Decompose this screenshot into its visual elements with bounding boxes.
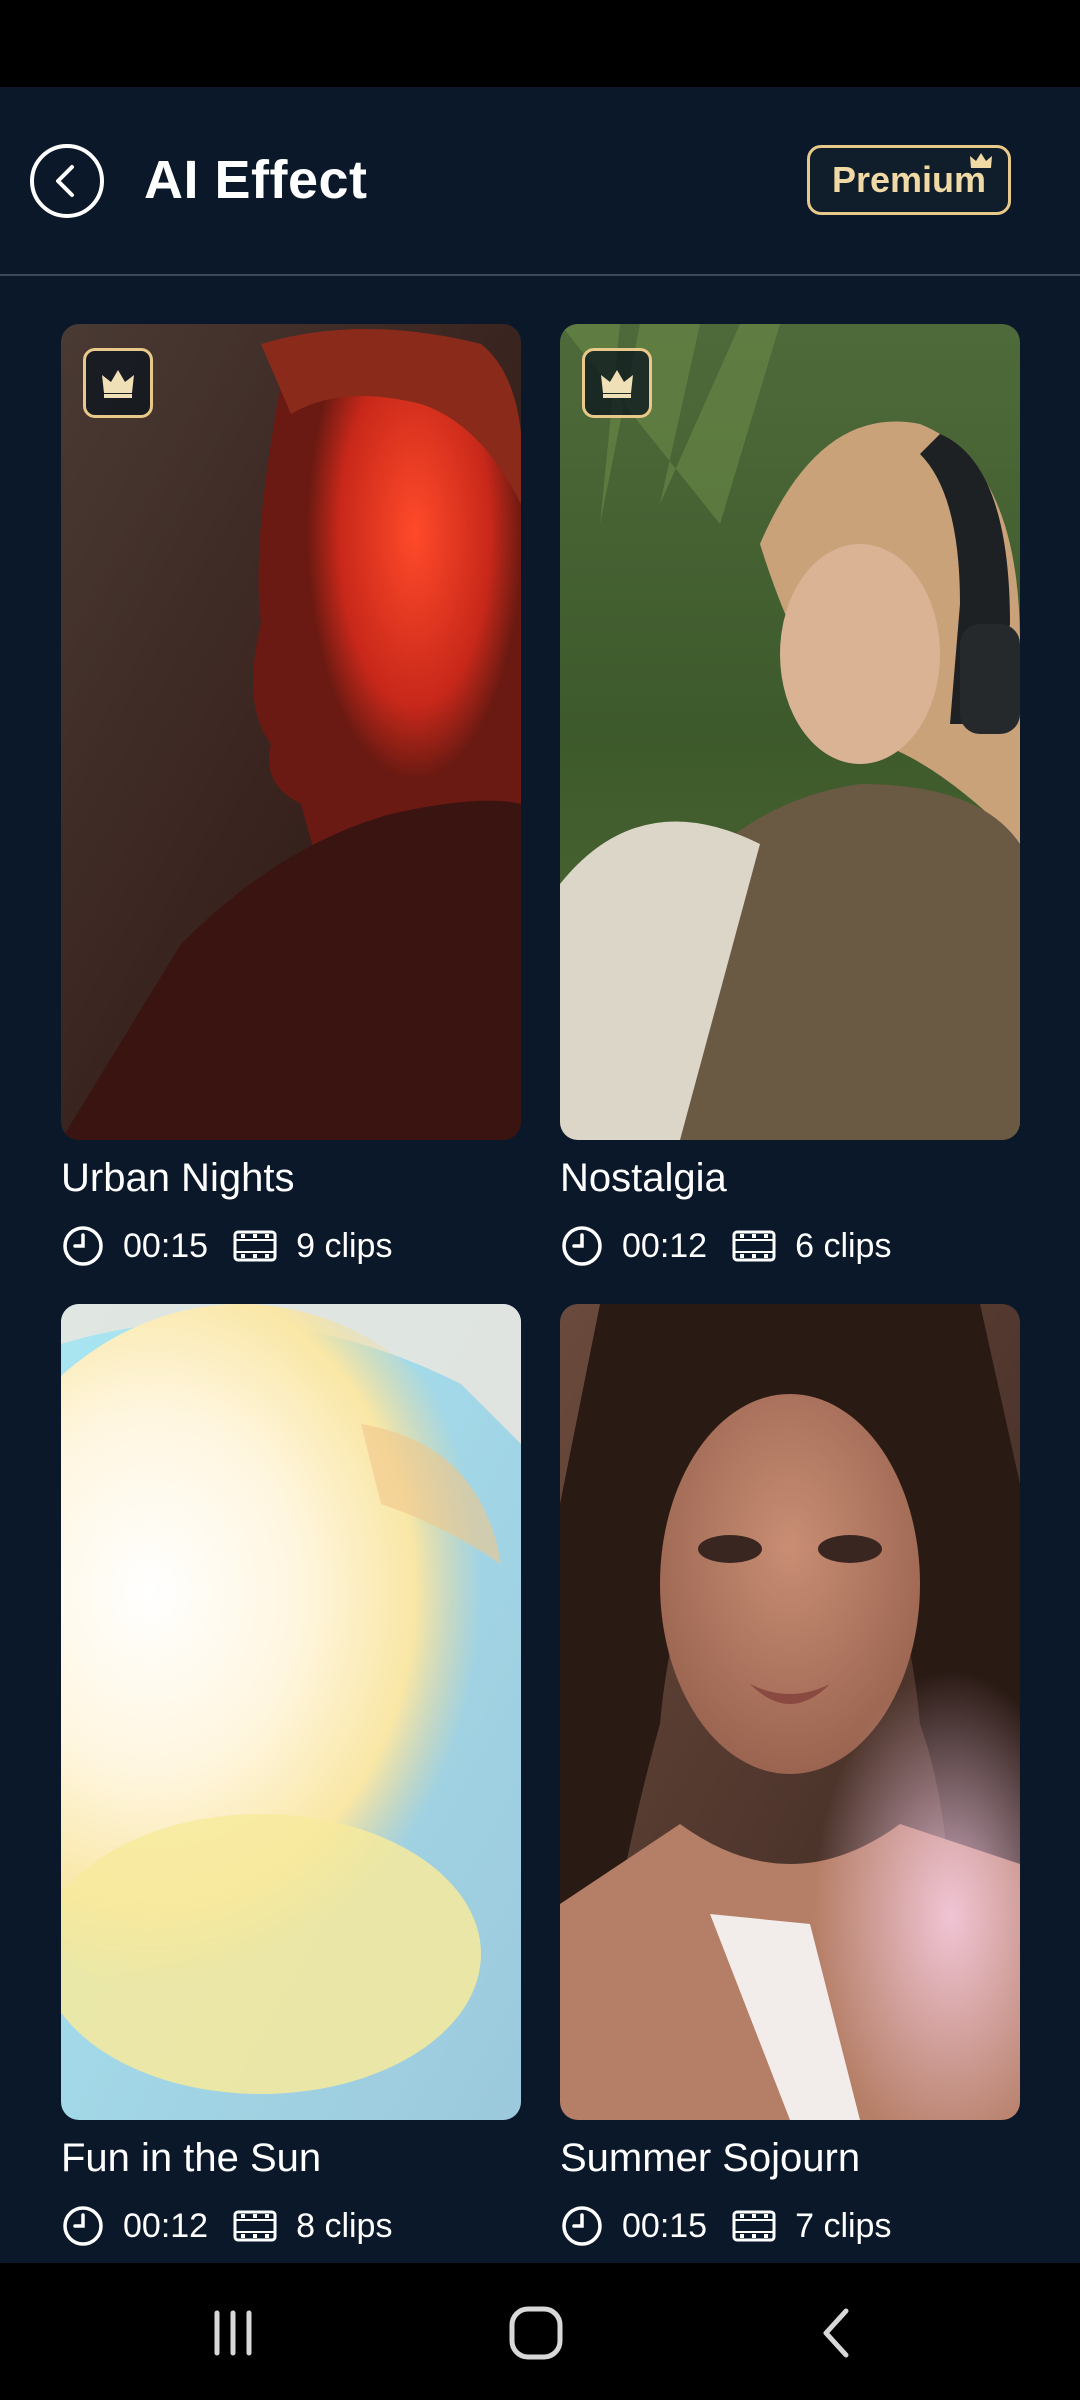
effect-title: Urban Nights (61, 1156, 295, 1200)
effect-meta: 00:15 7 clips (560, 2200, 891, 2252)
film-icon (233, 2210, 277, 2242)
effect-title: Fun in the Sun (61, 2136, 322, 2180)
clips-label: 8 clips (296, 2206, 393, 2245)
clock-icon (562, 1226, 602, 1266)
recents-button[interactable] (203, 2303, 263, 2363)
duration-label: 00:15 (622, 2206, 708, 2245)
clips-label: 6 clips (795, 1226, 892, 1265)
premium-badge (83, 348, 153, 418)
effect-thumbnail[interactable] (560, 324, 1020, 1140)
duration-label: 00:15 (123, 1226, 209, 1265)
film-icon (732, 1230, 776, 1262)
thumbnail-image (61, 1304, 521, 2120)
status-bar (0, 0, 1080, 87)
effect-thumbnail[interactable] (560, 1304, 1020, 2120)
effect-thumbnail[interactable] (61, 324, 521, 1140)
recents-icon (214, 2310, 252, 2356)
page-title: AI Effect (144, 150, 368, 210)
thumbnail-image (61, 324, 521, 1140)
premium-label: Premium (831, 159, 987, 200)
clips-label: 7 clips (795, 2206, 892, 2245)
clock-icon (562, 2206, 602, 2246)
effect-title: Nostalgia (560, 1156, 727, 1200)
crown-icon (601, 370, 633, 398)
thumbnail-image (560, 1304, 1020, 2120)
effect-title: Summer Sojourn (560, 2136, 861, 2180)
effect-meta: 00:12 8 clips (61, 2200, 392, 2252)
back-button[interactable] (30, 144, 104, 218)
crown-icon (970, 153, 992, 168)
back-arrow-icon (56, 165, 74, 197)
effect-thumbnail[interactable] (61, 1304, 521, 2120)
home-button[interactable] (506, 2303, 566, 2363)
premium-badge (582, 348, 652, 418)
duration-label: 00:12 (123, 2206, 209, 2245)
effect-meta: 00:15 9 clips (61, 1220, 392, 1272)
duration-label: 00:12 (622, 1226, 708, 1265)
effect-meta: 00:12 6 clips (560, 1220, 891, 1272)
navigation-bar (0, 2263, 1080, 2400)
clock-icon (63, 1226, 103, 1266)
crown-icon (102, 370, 134, 398)
nav-back-icon (823, 2308, 849, 2358)
clock-icon (63, 2206, 103, 2246)
header: AI Effect Premium (0, 87, 1080, 275)
header-divider (0, 274, 1080, 276)
film-icon (233, 1230, 277, 1262)
thumbnail-image (560, 324, 1020, 1140)
nav-back-button[interactable] (808, 2303, 868, 2363)
home-icon (509, 2306, 563, 2360)
premium-button[interactable]: Premium (807, 145, 1011, 215)
film-icon (732, 2210, 776, 2242)
clips-label: 9 clips (296, 1226, 393, 1265)
